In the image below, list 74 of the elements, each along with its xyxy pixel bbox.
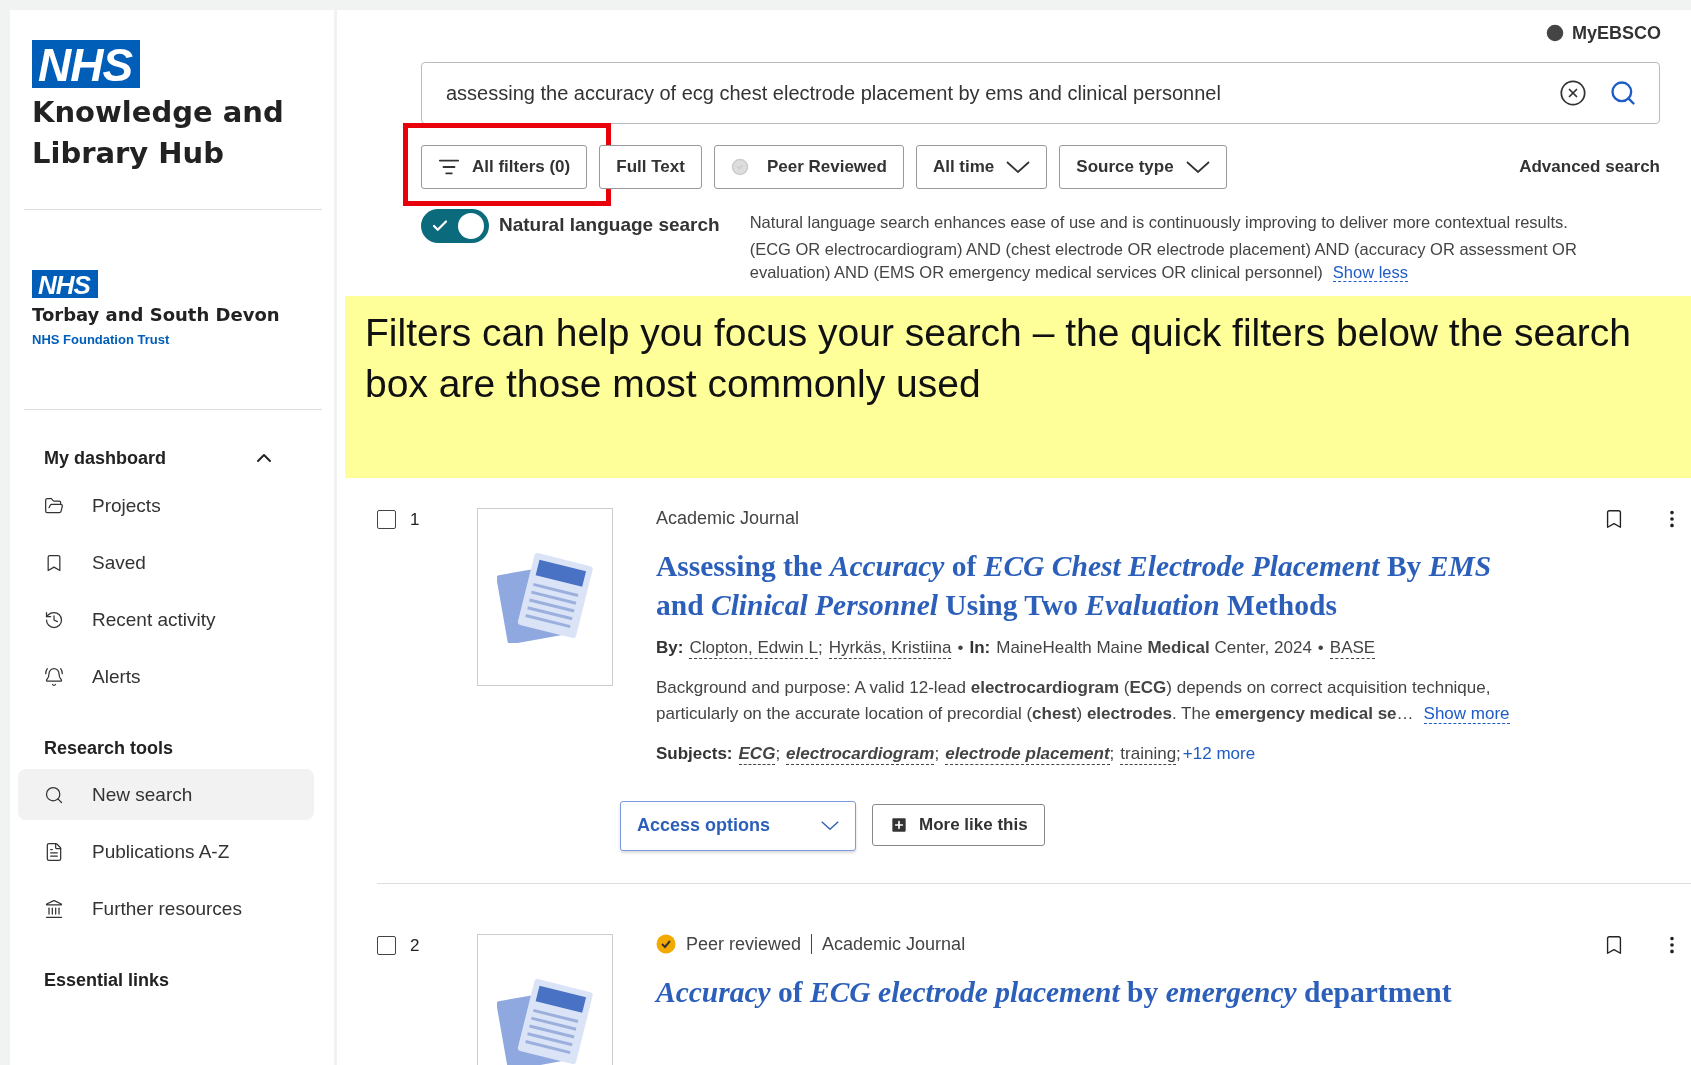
trust-name: Torbay and South Devon [32, 304, 281, 326]
toggle-switch[interactable] [421, 209, 489, 243]
search-field[interactable]: assessing the accuracy of ecg chest electrode placement by ems and clinical personnel [444, 80, 1537, 106]
separator: ; [817, 637, 823, 658]
subject-link[interactable]: training [1120, 743, 1177, 765]
callout-note: Filters can help you focus your search – the quick filters below the search box are those most commonly used [345, 296, 1691, 479]
sidebar-item[interactable]: Further resources [18, 883, 314, 935]
more-like-this-button[interactable]: More like this [872, 803, 1045, 846]
author-link[interactable]: Clopton, Edwin L [689, 637, 818, 659]
filter-button[interactable]: Peer Reviewed [713, 145, 904, 189]
separator: ; [1176, 743, 1181, 764]
advanced-search-link[interactable]: Advanced search [1519, 157, 1660, 177]
hub-title: Knowledge and Library Hub [32, 94, 285, 172]
section-title: Essential links [44, 970, 170, 992]
result-number: 2 [410, 935, 420, 956]
chevron-down-icon [821, 821, 839, 831]
sidebar-item[interactable]: Saved [18, 537, 314, 589]
section-title: Research tools [44, 738, 174, 760]
sidebar-item[interactable]: Alerts [18, 651, 314, 703]
search-icon [44, 784, 64, 805]
more-subjects-link[interactable]: +12 more [1182, 743, 1256, 764]
bullet: • [1317, 637, 1324, 658]
by-label: By: [656, 637, 684, 658]
sidebar-item[interactable]: New search [18, 769, 314, 821]
folders-icon [44, 495, 64, 516]
database-link[interactable]: BASE [1329, 637, 1376, 659]
search-box[interactable]: assessing the accuracy of ecg chest electrode placement by ems and clinical personnel [421, 62, 1660, 124]
checkbox[interactable] [377, 510, 396, 530]
publication-type: Academic Journal [656, 508, 800, 530]
chevron-down-icon [1185, 161, 1210, 173]
query-text: (ECG OR electrocardiogram) AND (chest electrode OR electrode placement) AND (accuracy OR assessment OR evaluation) AND (EMS OR emergency medical services OR clinical personnel) Show less [749, 239, 1578, 285]
in-label: In: [969, 637, 991, 658]
toggle-label: Natural language search [499, 213, 720, 236]
history-icon [44, 609, 64, 630]
publication-type: Academic Journal [822, 933, 966, 955]
clear-icon[interactable] [1559, 79, 1587, 107]
access-options-button[interactable]: Access options [620, 800, 856, 851]
description-text: Natural language search enhances ease of use and is continuously improving to deliver more contextual results. [749, 212, 1569, 233]
nhs-logo: NHS [32, 270, 98, 299]
show-less-link[interactable]: Show less [1332, 263, 1409, 283]
check-circle-icon [730, 158, 749, 176]
bell-icon [44, 666, 64, 687]
separator: ; [775, 743, 781, 764]
trust-subtitle: NHS Foundation Trust [32, 332, 171, 348]
separator: ; [1109, 743, 1115, 764]
subjects-label: Subjects: [656, 743, 733, 764]
subject-link[interactable]: electrode placement [945, 743, 1110, 765]
bank-building-icon [44, 898, 64, 919]
result-number: 1 [410, 510, 420, 531]
account-link[interactable]: MyEBSCO [1544, 22, 1661, 44]
section-title: My dashboard [44, 447, 167, 469]
sidebar-item[interactable]: Projects [18, 480, 314, 532]
abstract-text: Background and purpose: A valid 12-lead electrocardiogram (ECG) depends on correct acquisition technique, particularly on the accurate location of precordial (chest) electrodes. The emergency medical se… Show more [656, 676, 1511, 727]
filter-button[interactable]: All time [915, 145, 1048, 189]
checkbox[interactable] [377, 935, 396, 955]
search-icon[interactable] [1609, 79, 1637, 107]
peer-reviewed-label: Peer reviewed [686, 933, 802, 955]
sidebar-item[interactable]: Publications A-Z [18, 826, 314, 878]
chevron-down-icon [1006, 161, 1031, 173]
filter-button[interactable]: Full Text [599, 145, 702, 189]
separator: ; [934, 743, 940, 764]
result-title[interactable]: Assessing the Accuracy of ECG Chest Electrode Placement By EMS and Clinical Personnel Using Two Evaluation Methods [656, 547, 1526, 624]
author-link[interactable]: Hyrkäs, Kristiina [828, 637, 952, 659]
bullet: • [957, 637, 964, 658]
filter-button[interactable]: Source type [1059, 145, 1227, 189]
nhs-logo: NHS [32, 40, 141, 88]
subject-link[interactable]: electrocardiogram [786, 743, 935, 765]
subject-link[interactable]: ECG [738, 743, 776, 765]
filter-button[interactable]: All filters (0) [421, 145, 588, 189]
document-icon [44, 841, 64, 862]
source-text: MaineHealth Maine Medical Center, 2024 [996, 637, 1312, 658]
result-title[interactable]: Accuracy of ECG electrode placement by emergency department [656, 972, 1526, 1011]
show-more-link[interactable]: Show more [1423, 704, 1510, 725]
sidebar-item[interactable]: Recent activity [18, 594, 314, 646]
